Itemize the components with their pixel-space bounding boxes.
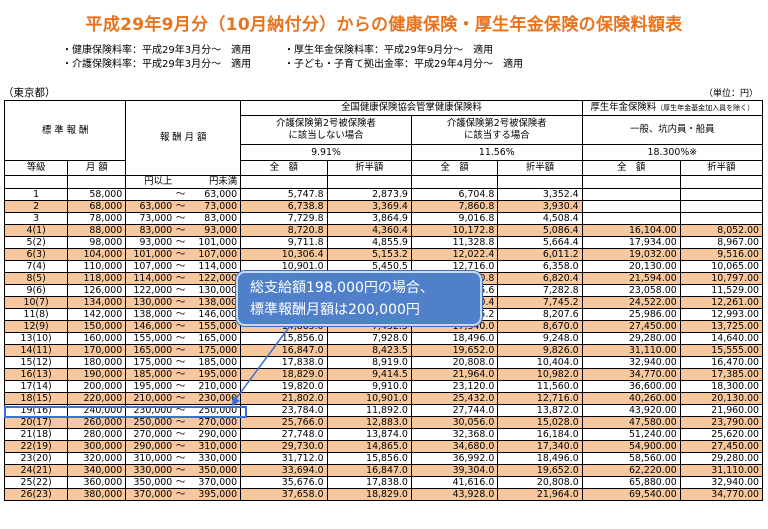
callout-line-2: 標準報酬月額は200,000円 [250,302,420,318]
callout-arrow [231,325,291,406]
callout-arrow-line [231,325,291,405]
callout-line-1: 総支給額198,000円の場合、 [250,280,434,296]
example-callout: 総支給額198,000円の場合、 標準報酬月額は200,000円 [236,271,482,326]
